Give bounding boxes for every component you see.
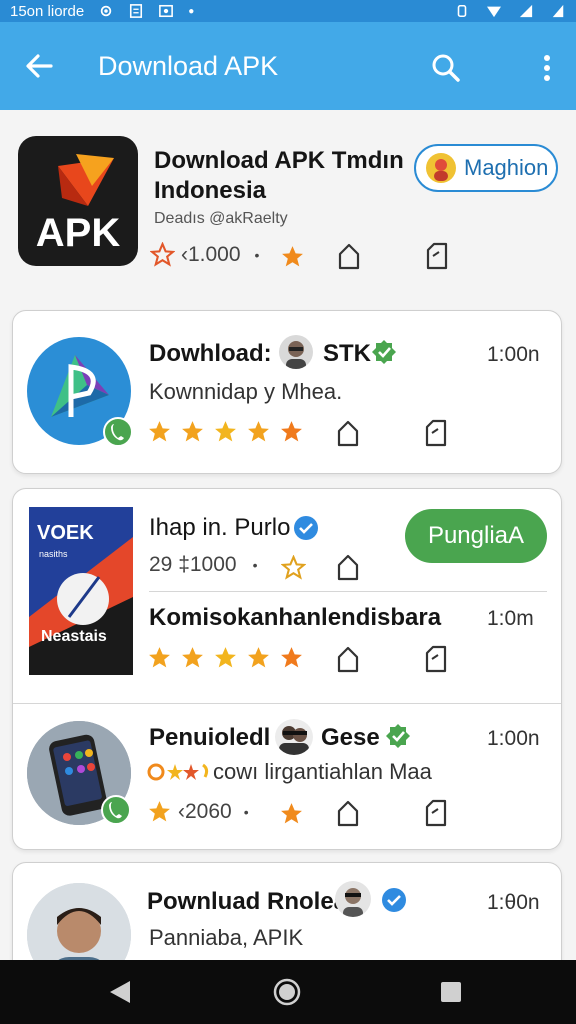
verified-badge-icon — [386, 724, 410, 748]
star-icon — [215, 647, 236, 668]
card2b-title: Komisokanhanlendisbara — [149, 604, 442, 631]
star-icon — [281, 803, 302, 824]
save-icon[interactable] — [423, 419, 449, 447]
search-icon[interactable] — [426, 48, 466, 88]
save-icon[interactable] — [423, 799, 449, 827]
app-card-1[interactable]: Dowhload: STK 1:00n Kownnidap y Mhea. — [12, 310, 562, 474]
profile-photo — [27, 883, 131, 960]
avatar — [335, 881, 371, 917]
card3-time: 1:θ0n — [487, 891, 540, 914]
card2-meta: 29 ‡1000 • — [149, 553, 258, 577]
signal-icon — [519, 4, 533, 18]
featured-count: ‹1.000 — [181, 242, 241, 266]
separator-dot: • — [243, 803, 249, 820]
notification-dot-icon: ● — [188, 5, 195, 17]
apk-app-icon: APK — [18, 136, 138, 266]
home-icon[interactable] — [336, 242, 362, 270]
apk-icon-text: APK — [36, 211, 121, 255]
status-time: 15on liorde — [10, 2, 85, 20]
card2c-meta: ‹2060 • — [147, 799, 249, 824]
card2c-count: ‹2060 — [178, 799, 232, 823]
call-badge-icon — [101, 795, 131, 825]
rating-stars — [147, 645, 304, 670]
call-badge-icon — [103, 417, 133, 447]
card2c-tag: Gese — [321, 724, 380, 751]
card1-title: Dowhload: — [149, 340, 272, 367]
featured-meta: ‹1.000 • — [150, 242, 259, 267]
star-icon — [281, 421, 302, 442]
app-card-3[interactable]: Pownluad Rnolea 1:θ0n Panniaba, APIK — [12, 862, 562, 960]
more-options-icon[interactable] — [530, 48, 564, 88]
wifi-icon — [487, 6, 501, 18]
arrow-left-icon — [26, 54, 53, 78]
nav-back-icon[interactable] — [108, 979, 132, 1005]
card2-action-button[interactable]: PungliaA — [405, 509, 547, 563]
app-bar: Download APK — [0, 22, 576, 110]
featured-title-line2: Indonesia — [154, 177, 267, 204]
back-button[interactable] — [0, 22, 78, 110]
card2c-time: 1:00n — [487, 727, 540, 750]
star-icon — [282, 246, 303, 267]
verified-badge-icon — [294, 516, 318, 540]
star-icon — [182, 421, 203, 442]
document-icon — [130, 4, 143, 18]
app-card-2[interactable]: VOEK nasiths Neastais Ihap in. Purlo Pun… — [12, 488, 562, 850]
nav-recents-icon[interactable] — [440, 981, 462, 1003]
card1-time: 1:00n — [487, 343, 540, 366]
home-icon[interactable] — [335, 419, 361, 447]
card2c-subtitle: cowı lirgantiahlan Maa — [213, 759, 432, 784]
card2b-time: 1:0m — [487, 607, 534, 630]
settings-icon — [100, 5, 112, 17]
star-icon — [248, 647, 269, 668]
separator-dot: • — [254, 246, 260, 263]
star-icon — [281, 647, 302, 668]
emoji-icons — [147, 761, 211, 783]
page-title: Download APK — [98, 50, 279, 81]
star-outline-icon — [281, 555, 306, 580]
cover-bottom-text: Neastais — [41, 628, 107, 645]
image-icon — [159, 4, 174, 18]
cover-small-text: nasiths — [39, 549, 68, 559]
star-icon — [149, 801, 170, 822]
star-icon — [149, 647, 170, 668]
star-icon — [215, 421, 236, 442]
save-icon[interactable] — [423, 645, 449, 673]
card2-title: Ihap in. Purlo — [149, 514, 291, 541]
featured-title-line1: Download APK Tmdın — [154, 147, 404, 174]
vibrate-icon — [457, 4, 467, 18]
card2-count: 29 ‡1000 — [149, 553, 237, 576]
verified-badge-icon — [372, 340, 396, 364]
home-icon[interactable] — [335, 553, 361, 581]
divider — [149, 591, 547, 592]
status-bar: 15on liorde ● — [0, 0, 576, 22]
card3-subtitle: Panniaba, APIK — [149, 925, 304, 950]
home-icon[interactable] — [335, 645, 361, 673]
avatar — [426, 153, 456, 183]
featured-button-label: Maghion — [464, 155, 549, 180]
battery-icon — [552, 4, 564, 18]
divider — [13, 703, 561, 704]
star-icon — [182, 647, 203, 668]
star-icon — [248, 421, 269, 442]
card3-title: Pownluad Rnolea — [147, 888, 348, 915]
avatar — [275, 719, 313, 755]
card1-tag: STK — [323, 340, 371, 367]
featured-action-button[interactable]: Maghion — [414, 144, 558, 192]
card1-subtitle: Kownnidap y Mhea. — [149, 379, 343, 404]
star-outline-icon — [150, 242, 175, 267]
card2c-title: Penuioledl — [149, 724, 271, 751]
home-icon[interactable] — [335, 799, 361, 827]
featured-developer: Deadıs @akRaelty — [154, 210, 288, 227]
star-icon — [149, 421, 170, 442]
app-list: APK Download APK Tmdın Indonesia Deadıs … — [0, 110, 576, 960]
verified-badge-icon — [382, 888, 406, 912]
cover-title: VOEK — [37, 522, 94, 544]
save-icon[interactable] — [424, 242, 450, 270]
separator-dot: • — [252, 557, 258, 573]
rating-stars — [147, 419, 304, 444]
system-navigation-bar — [0, 960, 576, 1024]
book-cover-image: VOEK nasiths Neastais — [29, 507, 133, 675]
nav-home-icon[interactable] — [272, 977, 302, 1007]
avatar — [279, 335, 313, 369]
